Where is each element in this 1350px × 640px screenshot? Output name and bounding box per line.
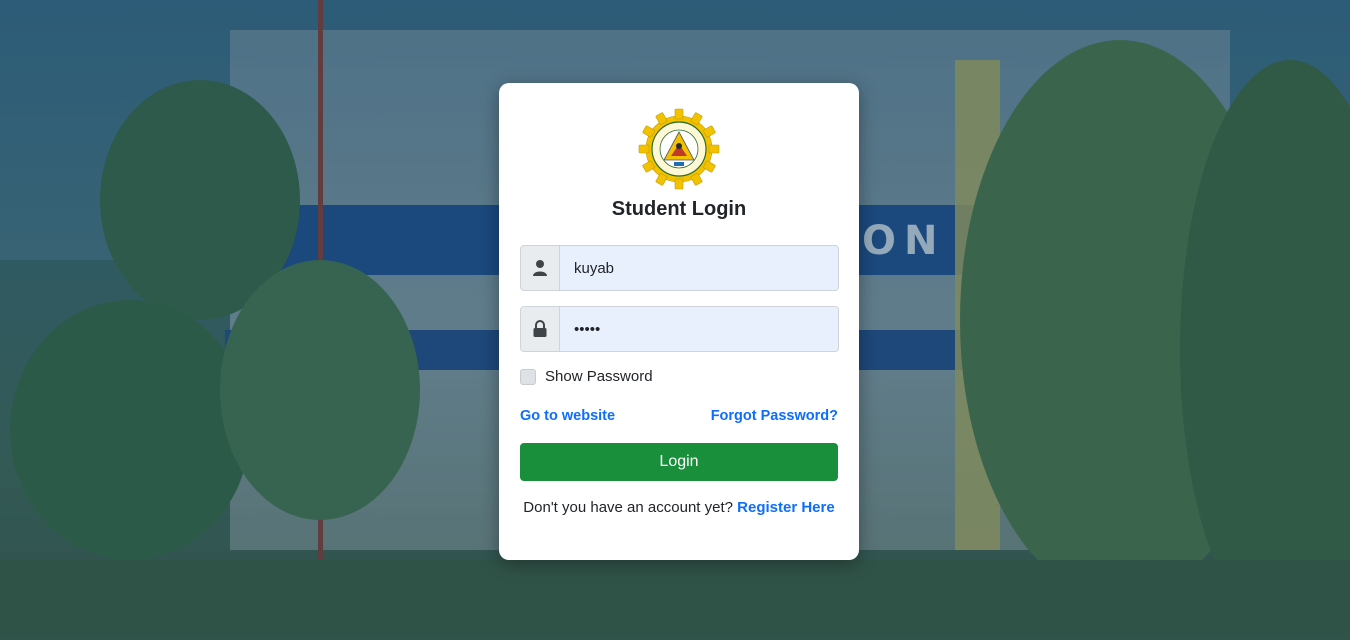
username-field — [520, 245, 839, 291]
login-card: Student Login Show Password Go to websit… — [499, 83, 859, 560]
go-to-website-link[interactable]: Go to website — [520, 408, 615, 424]
forgot-password-link[interactable]: Forgot Password? — [711, 408, 838, 424]
lock-icon — [521, 307, 560, 351]
password-field — [520, 306, 839, 352]
register-prompt-row: Don't you have an account yet? Register … — [499, 499, 859, 516]
register-link[interactable]: Register Here — [737, 499, 835, 516]
user-icon — [521, 246, 560, 290]
show-password-toggle[interactable]: Show Password — [520, 368, 653, 385]
password-input[interactable] — [560, 307, 838, 351]
school-seal-logo — [638, 108, 720, 190]
register-prompt-text: Don't you have an account yet? — [523, 499, 733, 516]
username-input[interactable] — [560, 246, 838, 290]
show-password-checkbox[interactable] — [520, 368, 536, 385]
login-button[interactable]: Login — [520, 443, 838, 481]
page-title: Student Login — [611, 198, 747, 220]
show-password-label: Show Password — [545, 368, 653, 385]
